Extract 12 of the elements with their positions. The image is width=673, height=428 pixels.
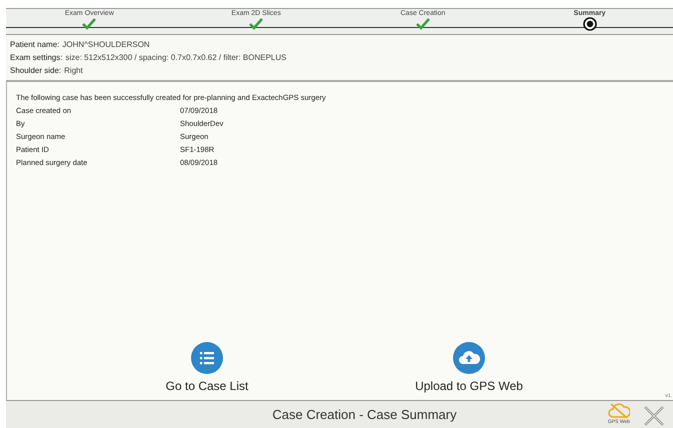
close-icon[interactable] (644, 406, 664, 426)
list-icon[interactable] (191, 342, 223, 374)
field-value: size: 512x512x300 / spacing: 0.7x0.7x0.62 / filter: BONEPLUS (65, 52, 286, 64)
action-link[interactable]: Go to Case List (166, 377, 248, 395)
field-label: Shoulder side: (10, 65, 62, 77)
cloud-upload-icon[interactable] (453, 342, 485, 374)
field-value: JOHN^SHOULDERSON (62, 39, 150, 51)
field-label: Exam settings: (10, 52, 62, 64)
action-link[interactable]: Upload to GPS Web (415, 377, 523, 395)
footer-title: Case Creation - Case Summary (271, 406, 458, 424)
field-label: Patient name: (10, 39, 60, 51)
field-value: Right (64, 65, 83, 77)
